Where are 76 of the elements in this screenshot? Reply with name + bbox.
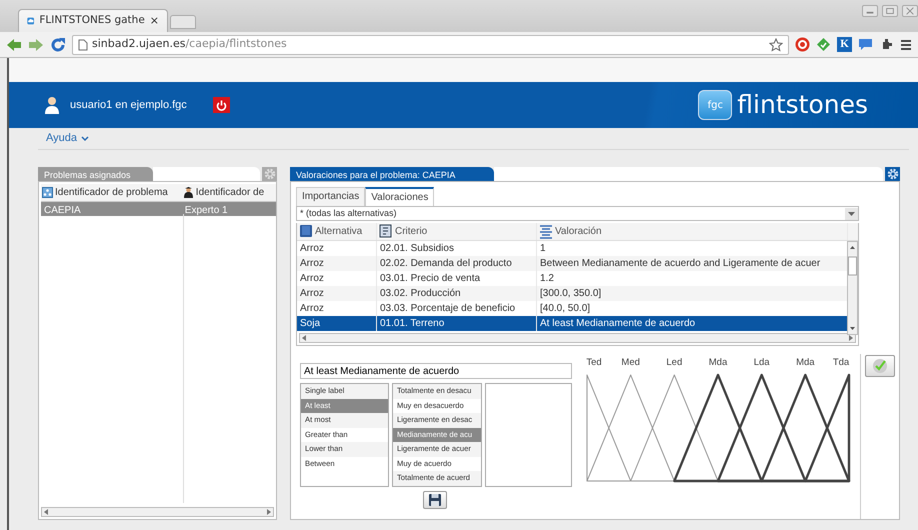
term-label: Ted bbox=[586, 357, 602, 368]
reload-icon[interactable] bbox=[50, 36, 66, 52]
column-header[interactable]: Valoración bbox=[537, 223, 848, 240]
star-icon[interactable] bbox=[769, 38, 783, 52]
term-label: Mda bbox=[708, 357, 728, 368]
column-header[interactable]: Alternativa bbox=[297, 223, 377, 240]
table-cell[interactable]: Arroz bbox=[297, 271, 377, 286]
table-cell[interactable]: Between Medianamente de acuerdo and Ligeramente de acuer bbox=[537, 256, 848, 271]
panel-title: Problemas asignados bbox=[38, 167, 153, 181]
table-cell[interactable]: At least Medianamente de acuerdo bbox=[537, 316, 848, 331]
diamond-icon[interactable] bbox=[816, 37, 831, 52]
align-icon bbox=[539, 224, 553, 239]
term-label: Tda bbox=[832, 357, 850, 368]
vertical-scrollbar[interactable] bbox=[847, 241, 858, 335]
power-icon bbox=[216, 100, 227, 110]
scroll-left-icon[interactable] bbox=[302, 335, 307, 341]
horizontal-scrollbar[interactable] bbox=[299, 333, 856, 343]
cloud-icon bbox=[27, 15, 34, 27]
column-header[interactable]: Identificador de bbox=[182, 184, 276, 201]
back-icon[interactable] bbox=[6, 38, 22, 52]
tab-title: FLINTSTONES gathe bbox=[39, 13, 145, 28]
confirm-button[interactable] bbox=[865, 355, 895, 377]
page-icon bbox=[78, 38, 88, 50]
term-label: Lda bbox=[754, 357, 770, 368]
save-button[interactable] bbox=[423, 491, 447, 509]
table-cell[interactable]: 03.02. Producción bbox=[377, 286, 537, 301]
document-icon bbox=[379, 224, 393, 239]
extension-button[interactable]: K bbox=[837, 37, 852, 52]
url-text: sinbad2.ujaen.es/caepia/flintstones bbox=[92, 36, 287, 52]
check-icon bbox=[872, 358, 888, 374]
table-cell[interactable]: 03.01. Precio de venta bbox=[377, 271, 537, 286]
browser-tab[interactable]: FLINTSTONES gathe × bbox=[18, 9, 168, 32]
book-icon bbox=[299, 224, 313, 239]
maximize-icon[interactable] bbox=[882, 5, 898, 17]
column-header[interactable]: Identificador de problema bbox=[41, 184, 182, 201]
forward-icon[interactable] bbox=[28, 38, 44, 52]
table-cell[interactable]: 01.01. Terreno bbox=[377, 316, 537, 331]
address-bar[interactable]: sinbad2.ujaen.es/caepia/flintstones bbox=[72, 34, 789, 54]
table-cell[interactable]: 02.02. Demanda del producto bbox=[377, 256, 537, 271]
settings-icon[interactable] bbox=[886, 168, 898, 180]
horizontal-scrollbar[interactable] bbox=[41, 507, 274, 517]
table-cell[interactable]: Arroz bbox=[297, 256, 377, 271]
logo-text: flintstones bbox=[737, 89, 868, 122]
table-cell[interactable]: Arroz bbox=[297, 301, 377, 316]
user-icon bbox=[45, 96, 61, 114]
chat-icon[interactable] bbox=[858, 37, 873, 52]
term-label: Led bbox=[666, 357, 682, 368]
logout-button[interactable] bbox=[212, 97, 230, 113]
scroll-right-icon[interactable] bbox=[848, 335, 853, 341]
column-header[interactable]: Criterio bbox=[377, 223, 537, 240]
menu-icon[interactable] bbox=[900, 38, 912, 50]
close-tab-button[interactable]: × bbox=[150, 12, 159, 30]
panel-title: Valoraciones para el problema: CAEPIA bbox=[290, 167, 494, 181]
close-icon[interactable] bbox=[902, 5, 918, 17]
person-icon bbox=[182, 187, 194, 198]
table-cell[interactable]: Arroz bbox=[297, 241, 377, 256]
term-label: Med bbox=[621, 357, 640, 368]
table-cell[interactable]: Soja bbox=[297, 316, 377, 331]
tab[interactable]: Valoraciones bbox=[365, 187, 434, 206]
save-icon bbox=[428, 493, 442, 507]
scroll-left-icon[interactable] bbox=[44, 509, 49, 515]
scroll-right-icon[interactable] bbox=[266, 509, 271, 515]
user-name: usuario1 en ejemplo.fgc bbox=[70, 98, 187, 113]
term-label: Mda bbox=[796, 357, 815, 368]
stop-icon[interactable] bbox=[795, 37, 810, 52]
logo-badge: fgc bbox=[698, 90, 732, 120]
minimize-icon[interactable] bbox=[862, 5, 878, 17]
table-cell[interactable]: 02.01. Subsidios bbox=[377, 241, 537, 256]
expression-field[interactable]: At least Medianamente de acuerdo bbox=[300, 363, 572, 379]
filter-dropdown[interactable]: * (todas las alternativas) bbox=[296, 206, 859, 221]
menu-item[interactable]: Ayuda bbox=[46, 130, 89, 147]
tab[interactable]: Importancias bbox=[296, 187, 366, 206]
table-cell[interactable]: 03.03. Porcentaje de beneficio bbox=[377, 301, 537, 316]
caret-icon bbox=[81, 136, 89, 142]
table-cell[interactable]: Arroz bbox=[297, 286, 377, 301]
table-cell[interactable]: [300.0, 350.0] bbox=[537, 286, 848, 301]
